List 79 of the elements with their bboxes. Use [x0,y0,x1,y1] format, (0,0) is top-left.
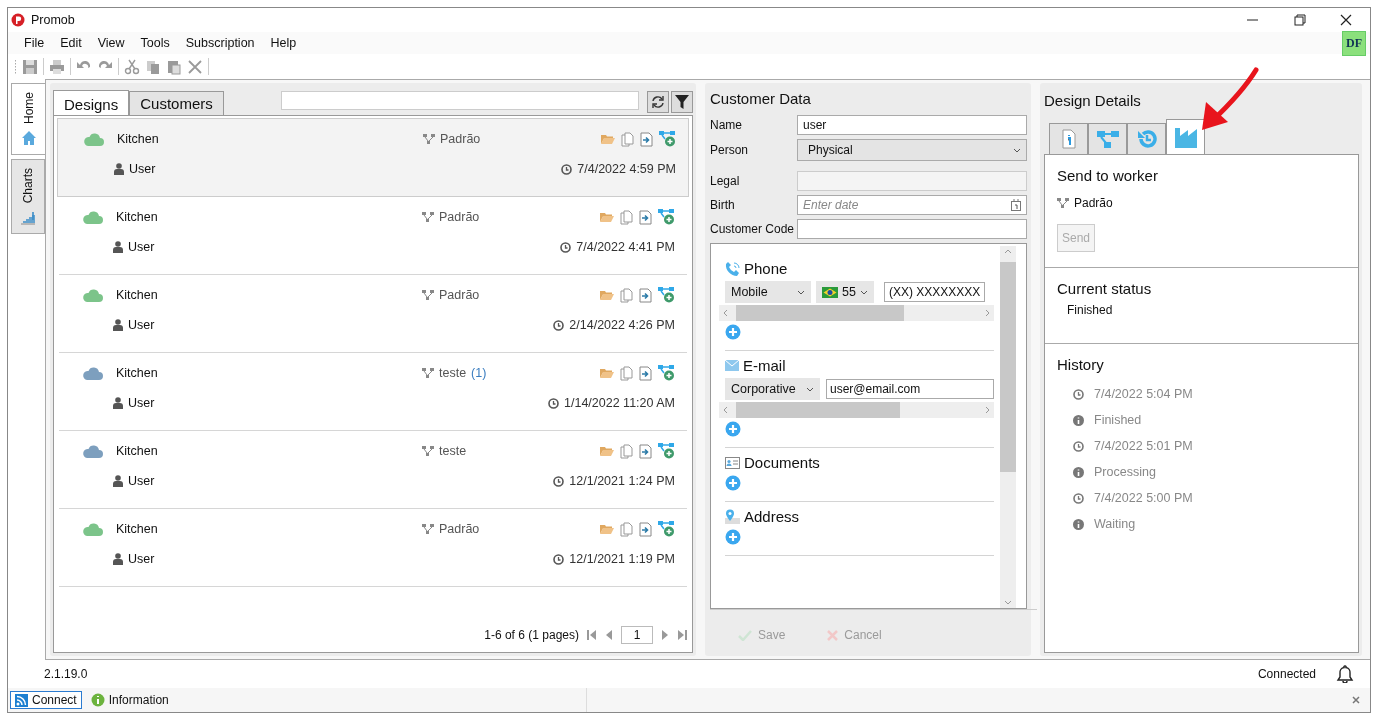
design-name: Kitchen [117,132,160,146]
user-name: User [128,240,155,254]
pager-summary: 1-6 of 6 (1 pages) [484,628,579,642]
person-dropdown[interactable]: Physical [797,139,1027,161]
design-row[interactable]: Kitchen teste User 12/1/2021 1:24 PM [59,431,687,509]
user-name: User [128,552,155,566]
history-status: Processing [1094,465,1156,479]
design-name: Kitchen [116,366,159,380]
panel-tab[interactable]: Connect [10,691,82,709]
side-tab[interactable]: Home [11,83,45,155]
section-title: History [1057,356,1105,373]
page-field[interactable]: 1 [621,626,653,644]
user-badge[interactable]: DF [1342,30,1366,56]
workflow-name: Padrão [439,288,480,302]
connection-status: Connected [1257,667,1316,681]
menu-item[interactable]: File [16,36,53,50]
workflow-name: Padrão [439,210,480,224]
section-title: Current status [1057,280,1153,297]
design-row[interactable]: Kitchen Padrão User 7/4/2022 4:59 PM [57,118,689,197]
status-value: Finished [1066,303,1114,317]
version-label: 2.1.19.0 [44,667,88,681]
tab[interactable]: Customers [129,91,224,115]
design-date: 7/4/2022 4:59 PM [577,162,676,176]
menu-item[interactable]: View [89,36,133,50]
design-date: 12/1/2021 1:24 PM [569,474,675,488]
design-name: Kitchen [116,210,159,224]
design-row[interactable]: Kitchen Padrão User 2/14/2022 4:26 PM [59,275,687,353]
design-row[interactable]: Kitchen Padrão User 7/4/2022 4:41 PM [59,197,687,275]
window-title: Promob [31,13,75,27]
workflow-name: Padrão [439,522,480,536]
field-label: Person [710,143,750,157]
section-title: Address [744,508,800,525]
section-title: E-mail [743,357,786,374]
history-time: 7/4/2022 5:04 PM [1094,387,1193,401]
field-label: Name [710,118,743,132]
history-time: 7/4/2022 5:01 PM [1094,439,1193,453]
input-field[interactable]: user [797,115,1027,135]
workflow-count: (1) [471,366,487,380]
field-label: Customer Code [710,222,796,236]
design-name: Kitchen [116,444,159,458]
workflow-name: Padrão [1074,196,1113,210]
section-title: Documents [744,454,820,471]
menu-item[interactable]: Tools [132,36,178,50]
menu-item[interactable]: Edit [52,36,90,50]
field-label: Legal [710,174,741,188]
user-name: User [128,396,155,410]
panel-title: Customer Data [710,90,812,107]
section-title: Send to worker [1057,167,1159,184]
design-name: Kitchen [116,522,159,536]
side-tab[interactable]: Charts [11,159,45,235]
workflow-name: Padrão [440,132,481,146]
email-field[interactable]: user@email.com [826,379,994,399]
design-name: Kitchen [116,288,159,302]
history-status: Finished [1094,413,1142,427]
user-name: User [128,474,155,488]
history-status: Waiting [1094,517,1136,531]
design-row[interactable]: Kitchen teste (1) User 1/14/2022 11:20 AM [59,353,687,431]
design-date: 2/14/2022 4:26 PM [569,318,675,332]
design-date: 7/4/2022 4:41 PM [576,240,675,254]
menu-item[interactable]: Help [262,36,305,50]
panel-tab[interactable]: Information [85,691,174,709]
date-field[interactable]: Enter date [797,195,1027,215]
design-row[interactable]: Kitchen Padrão User 12/1/2021 1:19 PM [59,509,687,587]
menu-item[interactable]: Subscription [177,36,263,50]
design-date: 1/14/2022 11:20 AM [564,396,675,410]
country-code-dropdown[interactable]: 55 [816,281,874,303]
field-label: Birth [710,198,736,212]
workflow-name: teste [439,444,467,458]
tab[interactable]: Designs [53,90,130,115]
type-dropdown[interactable]: Corporative [725,378,820,400]
user-name: User [129,162,156,176]
type-dropdown[interactable]: Mobile [725,281,811,303]
design-date: 12/1/2021 1:19 PM [569,552,675,566]
phone-field[interactable]: (XX) XXXXXXXX [884,282,986,302]
panel-title: Design Details [1044,92,1142,109]
section-title: Phone [744,260,788,277]
history-time: 7/4/2022 5:00 PM [1094,491,1193,505]
user-name: User [128,318,155,332]
workflow-name: teste [439,366,467,380]
